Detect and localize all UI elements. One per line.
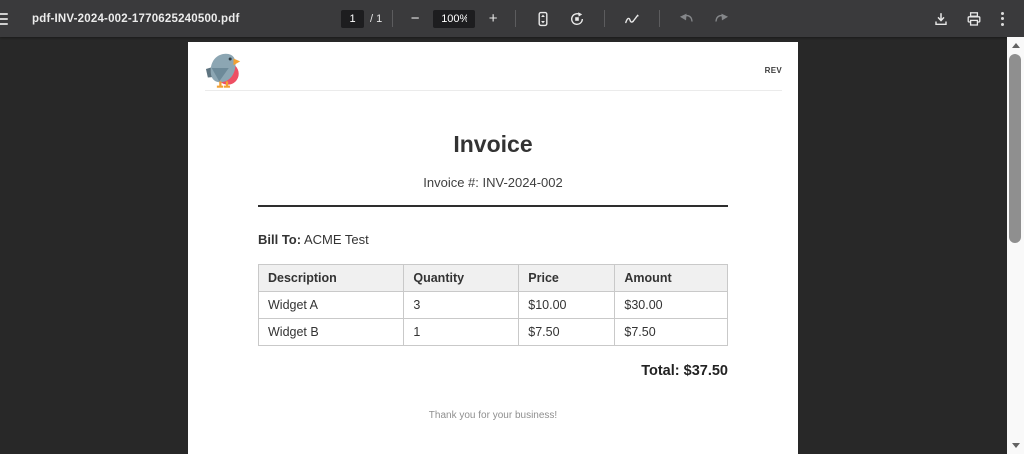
column-header-price: Price <box>518 264 616 292</box>
annotate-button[interactable] <box>620 6 644 32</box>
toolbar-left: pdf-INV-2024-002-1770625240500.pdf <box>0 10 240 28</box>
invoice-header: REV <box>205 42 782 91</box>
footer-note: Thank you for your business! <box>428 410 558 421</box>
toolbar-divider <box>659 10 661 27</box>
download-icon <box>935 12 947 25</box>
bill-to-line: Bill To: ACME Test <box>258 232 728 247</box>
download-button[interactable] <box>929 6 953 32</box>
print-button[interactable] <box>962 6 986 32</box>
table-cell: Widget A <box>257 291 405 319</box>
divider-rule <box>258 205 728 207</box>
page-separator: / <box>370 12 374 25</box>
table-cell: $7.50 <box>518 318 616 346</box>
pdf-viewer-area: REV Invoice Invoice #: INV-2024-002 Bill… <box>0 37 1007 454</box>
print-icon <box>967 11 981 26</box>
invoice-body: Invoice Invoice #: INV-2024-002 Bill To:… <box>257 131 728 421</box>
invoice-number: Invoice #: INV-2024-002 <box>423 175 563 190</box>
column-header-description: Description <box>257 264 405 292</box>
pdf-page: REV Invoice Invoice #: INV-2024-002 Bill… <box>188 42 798 454</box>
scroll-down-arrow-icon[interactable] <box>1007 438 1024 453</box>
page-total: 1 <box>376 12 383 25</box>
toolbar-divider <box>604 10 606 27</box>
fit-to-page-icon <box>538 11 548 26</box>
toolbar-center: / 1 − + <box>341 0 738 37</box>
table-cell: $10.00 <box>518 291 616 319</box>
table-cell: 3 <box>403 291 520 319</box>
table-header-row: Description Quantity Price Amount <box>257 264 728 292</box>
undo-icon <box>680 13 693 22</box>
zoom-out-button[interactable]: − <box>403 6 427 32</box>
document-filename: pdf-INV-2024-002-1770625240500.pdf <box>32 12 240 25</box>
zoom-in-button[interactable]: + <box>481 6 505 32</box>
scroll-up-arrow-icon[interactable] <box>1007 38 1024 53</box>
redo-button[interactable] <box>709 6 733 32</box>
rev-label: REV <box>764 66 782 75</box>
line-items-table: Description Quantity Price Amount Widget… <box>257 264 728 346</box>
menu-icon[interactable] <box>0 10 10 28</box>
column-header-amount: Amount <box>614 264 728 292</box>
invoice-total: Total: $37.50 <box>641 363 728 379</box>
toolbar-divider <box>515 10 517 27</box>
more-options-button[interactable] <box>995 11 1010 26</box>
table-row: Widget B 1 $7.50 $7.50 <box>257 318 728 346</box>
table-cell: $7.50 <box>614 318 728 346</box>
toolbar-divider <box>392 10 394 27</box>
pdf-toolbar: pdf-INV-2024-002-1770625240500.pdf / 1 −… <box>0 0 1024 37</box>
table-cell: Widget B <box>257 318 405 346</box>
rotate-icon <box>571 11 584 25</box>
zoom-level-input[interactable] <box>433 9 476 28</box>
fit-to-page-button[interactable] <box>531 6 555 32</box>
bird-logo-icon <box>205 53 241 88</box>
table-cell: $30.00 <box>614 291 728 319</box>
bill-to-value: ACME Test <box>304 232 369 247</box>
table-cell: 1 <box>403 318 520 346</box>
vertical-scrollbar[interactable] <box>1007 37 1024 454</box>
ink-pen-icon <box>625 13 639 23</box>
rotate-button[interactable] <box>565 6 589 32</box>
column-header-quantity: Quantity <box>403 264 520 292</box>
invoice-title: Invoice <box>453 131 533 157</box>
bill-to-label: Bill To: <box>258 232 302 247</box>
page-number-input[interactable] <box>341 9 364 28</box>
redo-icon <box>715 13 729 22</box>
table-row: Widget A 3 $10.00 $30.00 <box>257 291 728 319</box>
undo-button[interactable] <box>675 6 699 32</box>
scrollbar-thumb[interactable] <box>1009 54 1021 243</box>
toolbar-right <box>929 0 1010 37</box>
